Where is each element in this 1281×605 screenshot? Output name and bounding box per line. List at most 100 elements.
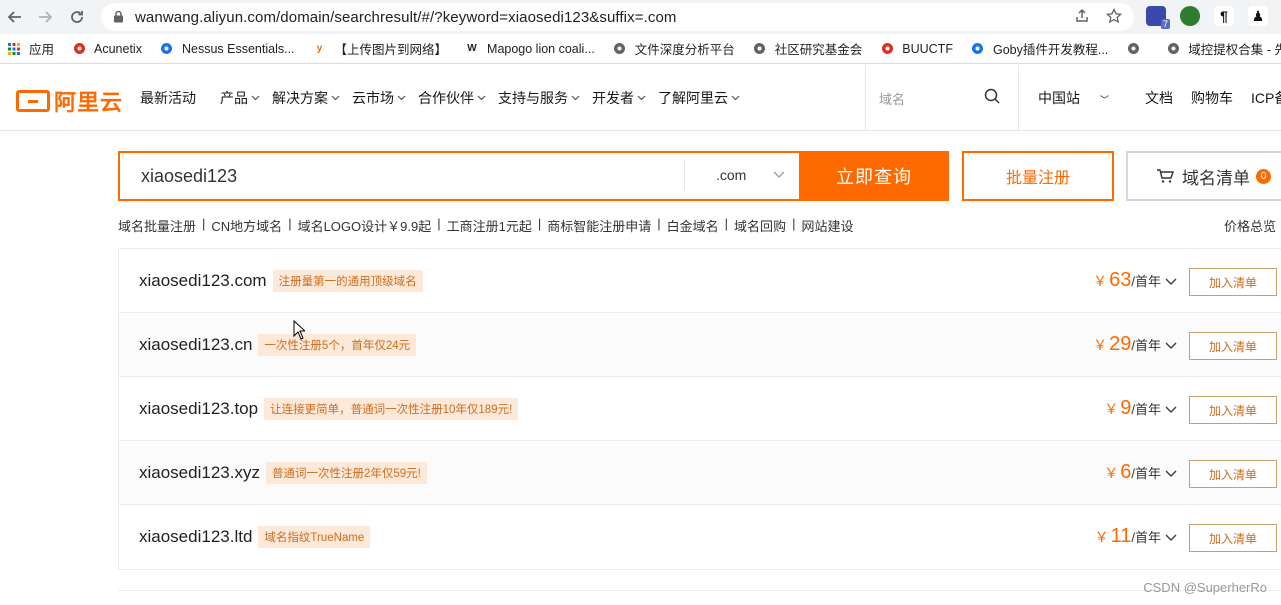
wikipedia-icon: W: [467, 43, 477, 54]
price-amount: 9: [1120, 397, 1132, 419]
bookmark-item[interactable]: 社区研究基金会: [753, 39, 862, 58]
currency-symbol: ￥: [1104, 465, 1119, 481]
nav-item[interactable]: 开发者: [592, 88, 646, 108]
suffix-select[interactable]: .com: [684, 160, 799, 190]
query-button[interactable]: 立即查询: [799, 151, 949, 201]
bookmark-item[interactable]: 域控提权合集 - 先...: [1166, 39, 1281, 58]
chevron-down-icon[interactable]: [1165, 531, 1177, 543]
price-overview-link[interactable]: 价格总览: [1224, 216, 1276, 235]
apps-grid-icon: [7, 42, 21, 56]
bookmark-item[interactable]: y 【上传图片到网络】: [313, 39, 447, 58]
currency-symbol: ￥: [1093, 273, 1108, 289]
nav-item[interactable]: 云市场: [352, 88, 406, 108]
nav-item-label: 解决方案: [272, 90, 328, 106]
price[interactable]: ￥ 6/首年: [1104, 461, 1177, 484]
domain-list-label: 域名清单: [1182, 168, 1250, 188]
icp-link[interactable]: ICP备案: [1251, 88, 1281, 108]
browser-toolbar: wanwang.aliyun.com/domain/searchresult/#…: [0, 0, 1281, 34]
add-to-list-button[interactable]: 加入清单: [1189, 332, 1277, 360]
bookmark-label: 应用: [29, 43, 55, 57]
price[interactable]: ￥ 63/首年: [1093, 269, 1177, 292]
extension-icon[interactable]: ¶: [1214, 6, 1234, 26]
forward-icon[interactable]: [34, 6, 56, 28]
bookmark-item[interactable]: 应用: [7, 39, 54, 58]
link-separator: |: [792, 216, 796, 231]
add-to-list-button[interactable]: 加入清单: [1189, 524, 1277, 552]
link-separator: |: [202, 216, 206, 231]
nav-item[interactable]: 支持与服务: [498, 88, 580, 108]
quick-link[interactable]: 域名批量注册: [118, 216, 196, 235]
quick-link[interactable]: 工商注册1元起: [447, 216, 532, 235]
add-to-list-button[interactable]: 加入清单: [1189, 396, 1277, 424]
bookmark-item[interactable]: BUUCTF: [880, 42, 953, 56]
bookmarks-bar: 应用 Acunetix Nessus Essentials... y 【上传图片到网络】…: [0, 34, 1281, 64]
buuctf-icon: [880, 42, 894, 56]
nav-item[interactable]: 产品: [220, 88, 260, 108]
chevron-down-icon[interactable]: [1165, 275, 1177, 287]
domain-name[interactable]: xiaosedi123.xyz: [139, 463, 260, 483]
chevron-down-icon[interactable]: [1165, 467, 1177, 479]
site-select-label: 中国站: [1038, 90, 1080, 106]
header-search-input[interactable]: 域名: [865, 65, 1019, 131]
quick-link[interactable]: 网站建设: [801, 216, 853, 235]
price[interactable]: ￥ 9/首年: [1104, 397, 1177, 420]
domain-name[interactable]: xiaosedi123.com: [139, 271, 267, 291]
cart-link[interactable]: 购物车: [1191, 88, 1233, 108]
address-bar[interactable]: wanwang.aliyun.com/domain/searchresult/#…: [101, 3, 1134, 31]
bookmark-label: Mapogo lion coali...: [487, 41, 595, 56]
bookmark-item[interactable]: W Mapogo lion coali...: [465, 41, 595, 56]
file-analysis-icon: [613, 42, 627, 56]
domain-name[interactable]: xiaosedi123.ltd: [139, 527, 252, 547]
nav-item[interactable]: 解决方案: [272, 88, 340, 108]
bookmark-item[interactable]: Goby插件开发教程...: [971, 39, 1108, 58]
link-separator: |: [537, 216, 542, 231]
chevron-down-icon[interactable]: [1165, 339, 1177, 351]
add-to-list-button[interactable]: 加入清单: [1189, 268, 1277, 296]
globe-icon: [1126, 42, 1140, 56]
promo-tag: 域名指纹TrueName: [258, 526, 371, 548]
bookmark-label: Acunetix: [94, 41, 142, 56]
extensions-area: 7 ¶ ♟: [1146, 6, 1268, 29]
batch-register-button[interactable]: 批量注册: [962, 151, 1114, 201]
price[interactable]: ￥ 29/首年: [1093, 333, 1177, 356]
extension-icon[interactable]: 7: [1146, 6, 1170, 29]
quick-link[interactable]: 商标智能注册申请: [547, 216, 651, 235]
docs-link[interactable]: 文档: [1145, 88, 1173, 108]
bookmark-item[interactable]: 文件深度分析平台: [613, 39, 735, 58]
domain-name[interactable]: xiaosedi123.top: [139, 399, 258, 419]
chevron-down-icon: ﹀: [1100, 95, 1110, 105]
chevron-down-icon: [731, 93, 740, 104]
bookmark-label: 文件深度分析平台: [634, 43, 735, 57]
domain-name[interactable]: xiaosedi123.cn: [139, 335, 252, 355]
reload-icon[interactable]: [66, 6, 88, 28]
extension-icon[interactable]: ♟: [1248, 6, 1268, 26]
search-icon[interactable]: [984, 88, 1000, 104]
share-icon[interactable]: [1074, 8, 1090, 28]
nav-item[interactable]: 合作伙伴: [418, 88, 486, 108]
domain-list-button[interactable]: 域名清单 0: [1126, 151, 1281, 201]
aliyun-logo[interactable]: 阿里云: [16, 85, 123, 117]
header-right-links: 中国站 ﹀ 文档 购物车 ICP备案: [1038, 65, 1281, 131]
logo-text: 阿里云: [54, 90, 124, 115]
chevron-down-icon[interactable]: [1165, 403, 1177, 415]
quick-link[interactable]: 域名回购: [734, 216, 786, 235]
price[interactable]: ￥ 11/首年: [1095, 525, 1177, 548]
site-select[interactable]: 中国站 ﹀: [1038, 88, 1127, 108]
quick-link[interactable]: 域名LOGO设计￥9.9起: [298, 216, 432, 235]
link-separator: |: [437, 216, 441, 231]
nav-item[interactable]: 了解阿里云: [658, 88, 740, 108]
quick-link[interactable]: 白金域名: [667, 216, 719, 235]
nav-item[interactable]: 最新活动: [140, 88, 196, 108]
bookmark-item[interactable]: Acunetix: [72, 42, 142, 56]
quick-link[interactable]: CN地方域名: [211, 216, 282, 235]
nav-item-label: 最新活动: [140, 90, 196, 106]
add-to-list-button[interactable]: 加入清单: [1189, 460, 1277, 488]
url-text: wanwang.aliyun.com/domain/searchresult/#…: [135, 8, 677, 26]
back-icon[interactable]: [4, 6, 26, 28]
bookmark-item[interactable]: [1126, 42, 1148, 56]
price-unit: /首年: [1131, 338, 1161, 353]
extension-icon[interactable]: [1180, 6, 1200, 26]
bookmark-item[interactable]: Nessus Essentials...: [160, 42, 295, 56]
bookmark-star-icon[interactable]: [1105, 7, 1123, 28]
nav-item-label: 云市场: [352, 90, 394, 106]
